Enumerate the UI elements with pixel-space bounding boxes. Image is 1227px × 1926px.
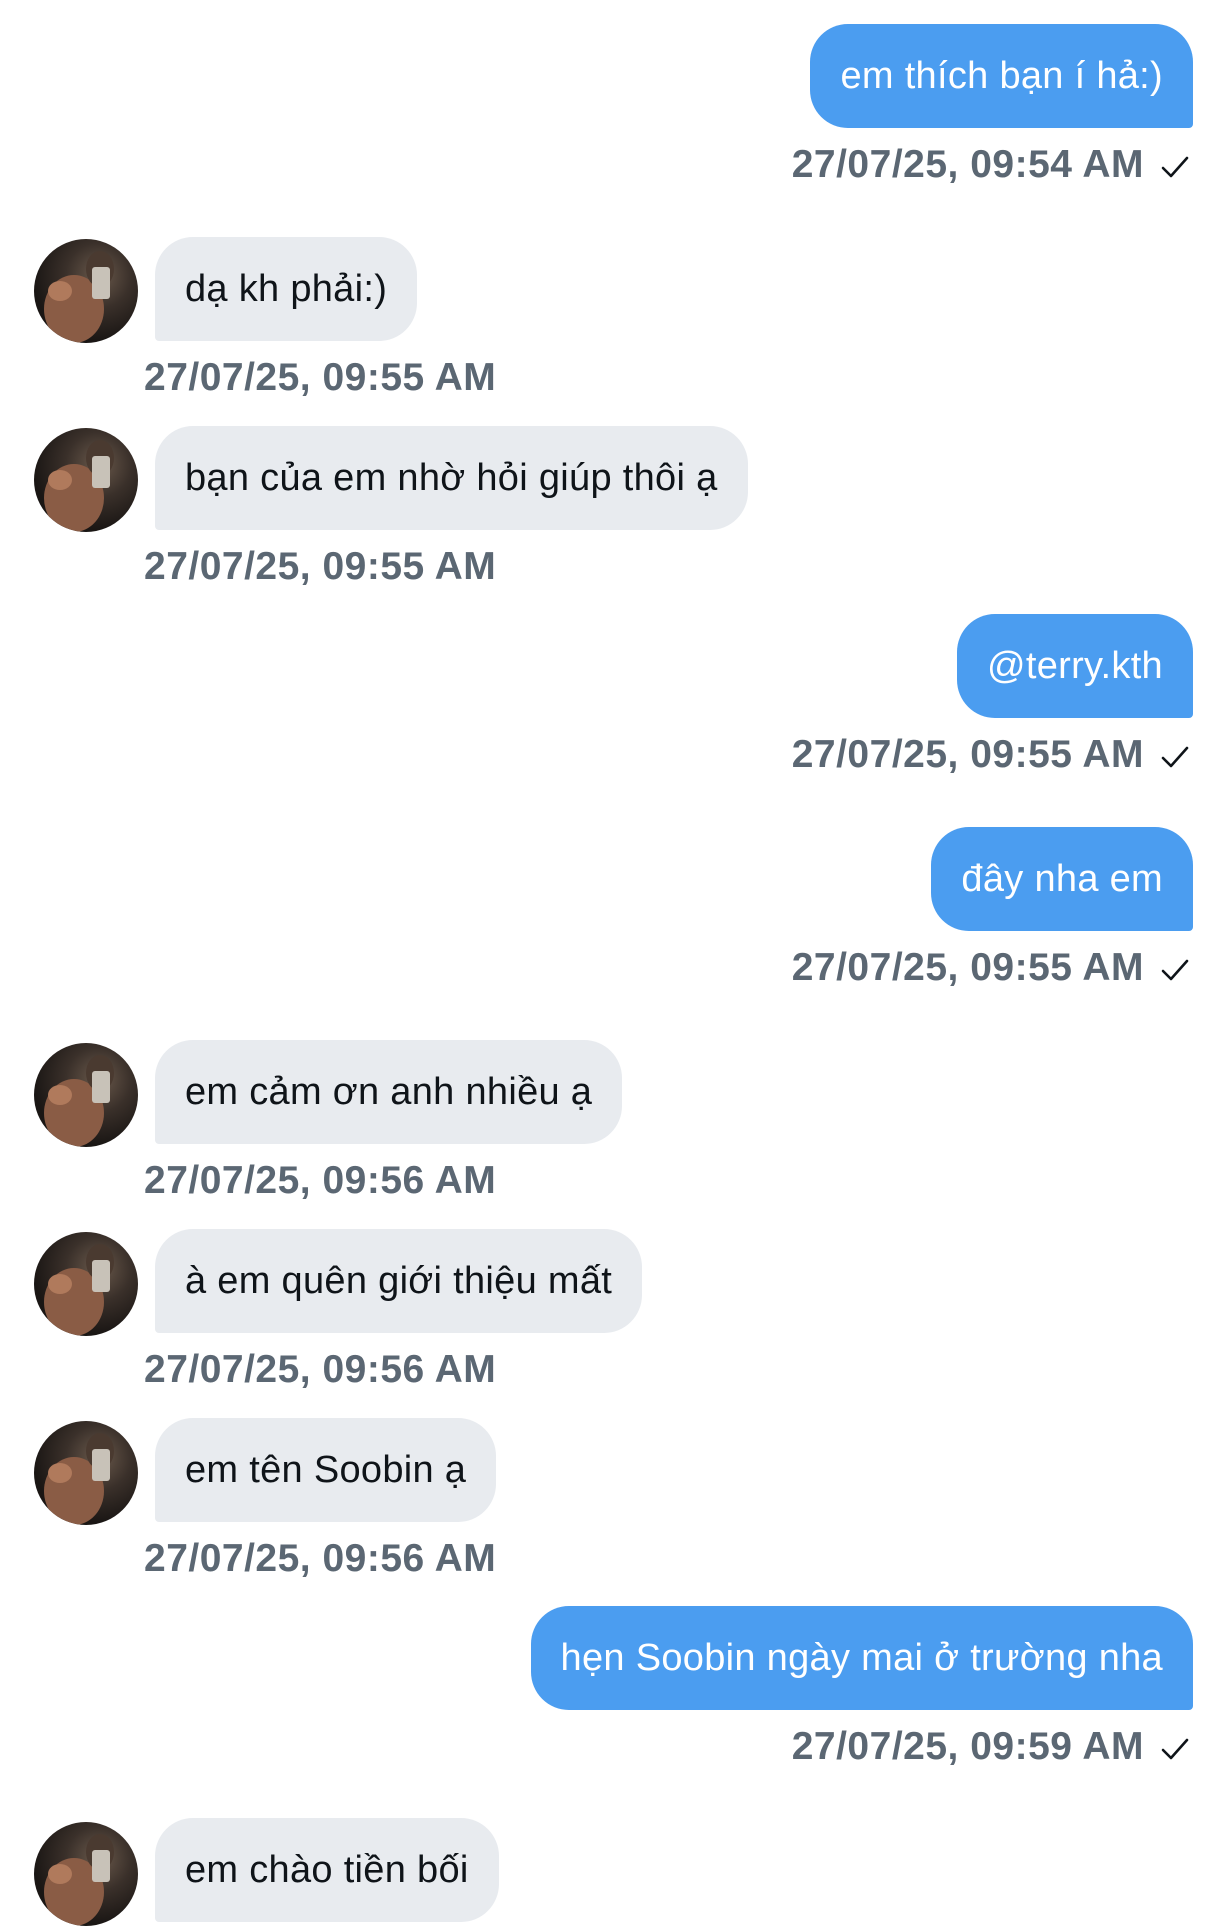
- incoming-message-bubble[interactable]: em chào tiền bối: [155, 1818, 499, 1922]
- outgoing-message-bubble[interactable]: đây nha em: [931, 827, 1193, 931]
- avatar[interactable]: [34, 1232, 138, 1336]
- message-timestamp: 27/07/25, 09:55 AM: [144, 356, 497, 399]
- checkmark-icon: [1161, 156, 1189, 178]
- checkmark-icon: [1161, 959, 1189, 981]
- message-timestamp: 27/07/25, 09:56 AM: [144, 1348, 497, 1391]
- avatar[interactable]: [34, 1421, 138, 1525]
- avatar[interactable]: [34, 1822, 138, 1926]
- outgoing-message-bubble[interactable]: @terry.kth: [956, 614, 1193, 718]
- avatar[interactable]: [34, 1043, 138, 1147]
- outgoing-message-bubble[interactable]: hẹn Soobin ngày mai ở trường nha: [530, 1606, 1193, 1710]
- message-timestamp: 27/07/25, 09:59 AM: [791, 1725, 1144, 1768]
- incoming-message-bubble[interactable]: em tên Soobin ạ: [155, 1418, 497, 1522]
- outgoing-message-bubble[interactable]: em thích bạn í hả:): [810, 24, 1193, 128]
- incoming-message-bubble[interactable]: dạ kh phải:): [155, 237, 418, 341]
- message-timestamp: 27/07/25, 09:55 AM: [791, 733, 1144, 776]
- message-timestamp: 27/07/25, 09:54 AM: [791, 143, 1144, 186]
- message-timestamp: 27/07/25, 09:55 AM: [144, 545, 497, 588]
- incoming-message-bubble[interactable]: em cảm ơn anh nhiều ạ: [155, 1040, 623, 1144]
- incoming-message-bubble[interactable]: à em quên giới thiệu mất: [155, 1229, 643, 1333]
- checkmark-icon: [1161, 1738, 1189, 1760]
- avatar[interactable]: [34, 428, 138, 532]
- message-timestamp: 27/07/25, 09:56 AM: [144, 1159, 497, 1202]
- message-thread: em thích bạn í hả:) 27/07/25, 09:54 AM d…: [0, 0, 1227, 1926]
- checkmark-icon: [1161, 746, 1189, 768]
- message-timestamp: 27/07/25, 09:55 AM: [791, 946, 1144, 989]
- message-timestamp: 27/07/25, 09:56 AM: [144, 1537, 497, 1580]
- avatar[interactable]: [34, 239, 138, 343]
- incoming-message-bubble[interactable]: bạn của em nhờ hỏi giúp thôi ạ: [155, 426, 748, 530]
